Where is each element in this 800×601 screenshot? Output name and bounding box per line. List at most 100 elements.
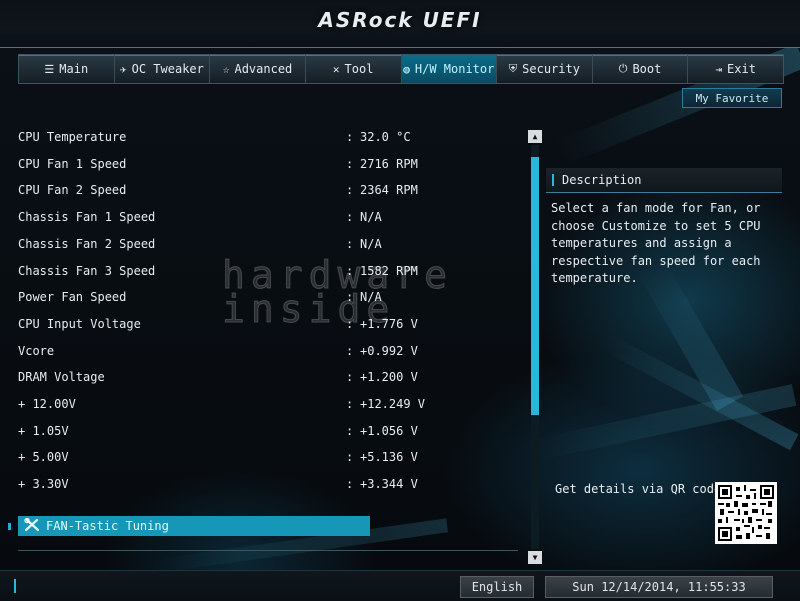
param-row[interactable]: Power Fan Speed : N/A xyxy=(18,288,523,308)
param-value: 2716 RPM xyxy=(360,156,418,171)
param-label: + 1.05V xyxy=(18,423,69,438)
param-row[interactable]: DRAM Voltage : +1.200 V xyxy=(18,368,523,388)
param-label: Vcore xyxy=(18,343,55,358)
param-value: 32.0 °C xyxy=(360,130,411,144)
tab-label: OC Tweaker xyxy=(131,62,204,76)
scrollbar[interactable]: ▲ ▼ xyxy=(528,130,542,564)
param-value: +3.344 V xyxy=(360,477,418,492)
param-row[interactable]: Vcore : +0.992 V xyxy=(18,342,523,362)
param-label: Chassis Fan 3 Speed xyxy=(18,263,156,278)
param-label: + 3.30V xyxy=(18,477,69,492)
param-value: N/A xyxy=(360,236,382,251)
tab-label: Advanced xyxy=(234,62,293,76)
list-divider xyxy=(18,550,518,551)
param-value: 1582 RPM xyxy=(360,263,418,278)
param-row[interactable]: + 5.00V : +5.136 V xyxy=(18,448,523,468)
param-separator: : xyxy=(346,397,354,411)
param-separator: : xyxy=(346,130,354,144)
tab-label: Exit xyxy=(727,62,756,76)
param-separator: : xyxy=(346,236,354,251)
param-label: CPU Fan 1 Speed xyxy=(18,156,127,171)
scroll-up-button[interactable]: ▲ xyxy=(528,130,542,143)
tab-security[interactable]: ⛨ Security xyxy=(497,55,593,83)
date-time-display: Sun 12/14/2014, 11:55:33 xyxy=(545,576,773,598)
tab-oc-tweaker[interactable]: ✈ OC Tweaker xyxy=(115,55,211,83)
status-bar: English Sun 12/14/2014, 11:55:33 xyxy=(0,570,800,601)
param-value: +1.776 V xyxy=(360,316,418,331)
param-value: 2364 RPM xyxy=(360,183,418,198)
param-separator: : xyxy=(346,210,354,225)
tools-icon: ✕ xyxy=(332,62,340,76)
param-label: CPU Fan 2 Speed xyxy=(18,183,127,198)
fan-tuning-label: FAN-Tastic Tuning xyxy=(46,519,169,533)
param-separator: : xyxy=(346,290,354,305)
description-title: Description xyxy=(562,173,642,187)
language-button[interactable]: English xyxy=(460,576,534,598)
scroll-down-button[interactable]: ▼ xyxy=(528,551,542,564)
param-label: CPU Temperature xyxy=(18,130,127,144)
param-label: CPU Input Voltage xyxy=(18,316,141,331)
param-value: +5.136 V xyxy=(360,450,418,465)
param-separator: : xyxy=(346,156,354,171)
tab-hw-monitor[interactable]: ◍ H/W Monitor xyxy=(401,55,498,83)
power-icon: ⏻ xyxy=(618,62,628,75)
param-row[interactable]: Chassis Fan 1 Speed : N/A xyxy=(18,208,523,228)
param-row[interactable]: CPU Temperature : 32.0 °C xyxy=(18,128,523,148)
param-separator: : xyxy=(346,450,354,465)
param-row[interactable]: CPU Input Voltage : +1.776 V xyxy=(18,315,523,335)
param-value: N/A xyxy=(360,290,382,305)
param-value: +12.249 V xyxy=(360,397,426,411)
qr-code-icon xyxy=(715,482,777,544)
param-label: Power Fan Speed xyxy=(18,290,127,305)
param-separator: : xyxy=(346,263,354,278)
param-label: + 12.00V xyxy=(18,397,76,411)
selection-marker xyxy=(8,523,11,530)
rocket-icon: ✈ xyxy=(120,62,127,76)
description-header: Description xyxy=(546,168,782,193)
param-row[interactable]: CPU Fan 2 Speed : 2364 RPM xyxy=(18,181,523,201)
param-row[interactable]: Chassis Fan 2 Speed : N/A xyxy=(18,235,523,255)
header-divider xyxy=(0,47,800,48)
tab-label: Main xyxy=(59,62,89,76)
tab-exit[interactable]: ⇥ Exit xyxy=(688,55,783,83)
param-separator: : xyxy=(346,316,354,331)
background-shard xyxy=(527,384,797,462)
wrench-screwdriver-icon xyxy=(24,517,40,535)
brand-logo: ASRock UEFI xyxy=(318,8,482,32)
param-label: DRAM Voltage xyxy=(18,370,105,385)
star-icon: ☆ xyxy=(222,62,230,76)
background-shard xyxy=(595,331,799,451)
param-value: +1.056 V xyxy=(360,423,418,438)
my-favorite-button[interactable]: My Favorite xyxy=(682,88,782,108)
param-separator: : xyxy=(346,477,354,492)
tab-main[interactable]: ☰ Main xyxy=(19,55,115,83)
param-row[interactable]: + 1.05V : +1.056 V xyxy=(18,422,523,442)
globe-icon: ◍ xyxy=(403,62,410,76)
param-row[interactable]: CPU Fan 1 Speed : 2716 RPM xyxy=(18,155,523,175)
param-value: N/A xyxy=(360,210,382,225)
tab-label: H/W Monitor xyxy=(414,62,495,76)
param-row[interactable]: + 3.30V : +3.344 V xyxy=(18,475,523,495)
param-value: +1.200 V xyxy=(360,370,418,385)
param-separator: : xyxy=(346,343,354,358)
main-nav: ☰ Main ✈ OC Tweaker ☆ Advanced ✕ Tool ◍ … xyxy=(18,54,784,84)
scroll-track[interactable] xyxy=(531,145,539,549)
param-label: + 5.00V xyxy=(18,450,69,465)
param-separator: : xyxy=(346,423,354,438)
description-text: Select a fan mode for Fan, or choose Cus… xyxy=(551,201,761,285)
tab-boot[interactable]: ⏻ Boot xyxy=(593,55,689,83)
param-row[interactable]: Chassis Fan 3 Speed : 1582 RPM xyxy=(18,262,523,282)
tab-advanced[interactable]: ☆ Advanced xyxy=(210,55,306,83)
header-bar: ASRock UEFI xyxy=(0,0,800,48)
param-label: Chassis Fan 1 Speed xyxy=(18,210,156,225)
tab-label: Tool xyxy=(344,62,374,76)
qr-label: Get details via QR code xyxy=(555,482,722,496)
scroll-thumb[interactable] xyxy=(531,157,539,415)
status-marker xyxy=(14,579,16,593)
tab-tool[interactable]: ✕ Tool xyxy=(306,55,402,83)
tab-label: Security xyxy=(522,62,580,76)
param-separator: : xyxy=(346,183,354,198)
fan-tastic-tuning-item[interactable]: FAN-Tastic Tuning xyxy=(18,516,370,536)
param-row[interactable]: + 12.00V : +12.249 V xyxy=(18,395,523,415)
description-marker xyxy=(552,174,554,186)
